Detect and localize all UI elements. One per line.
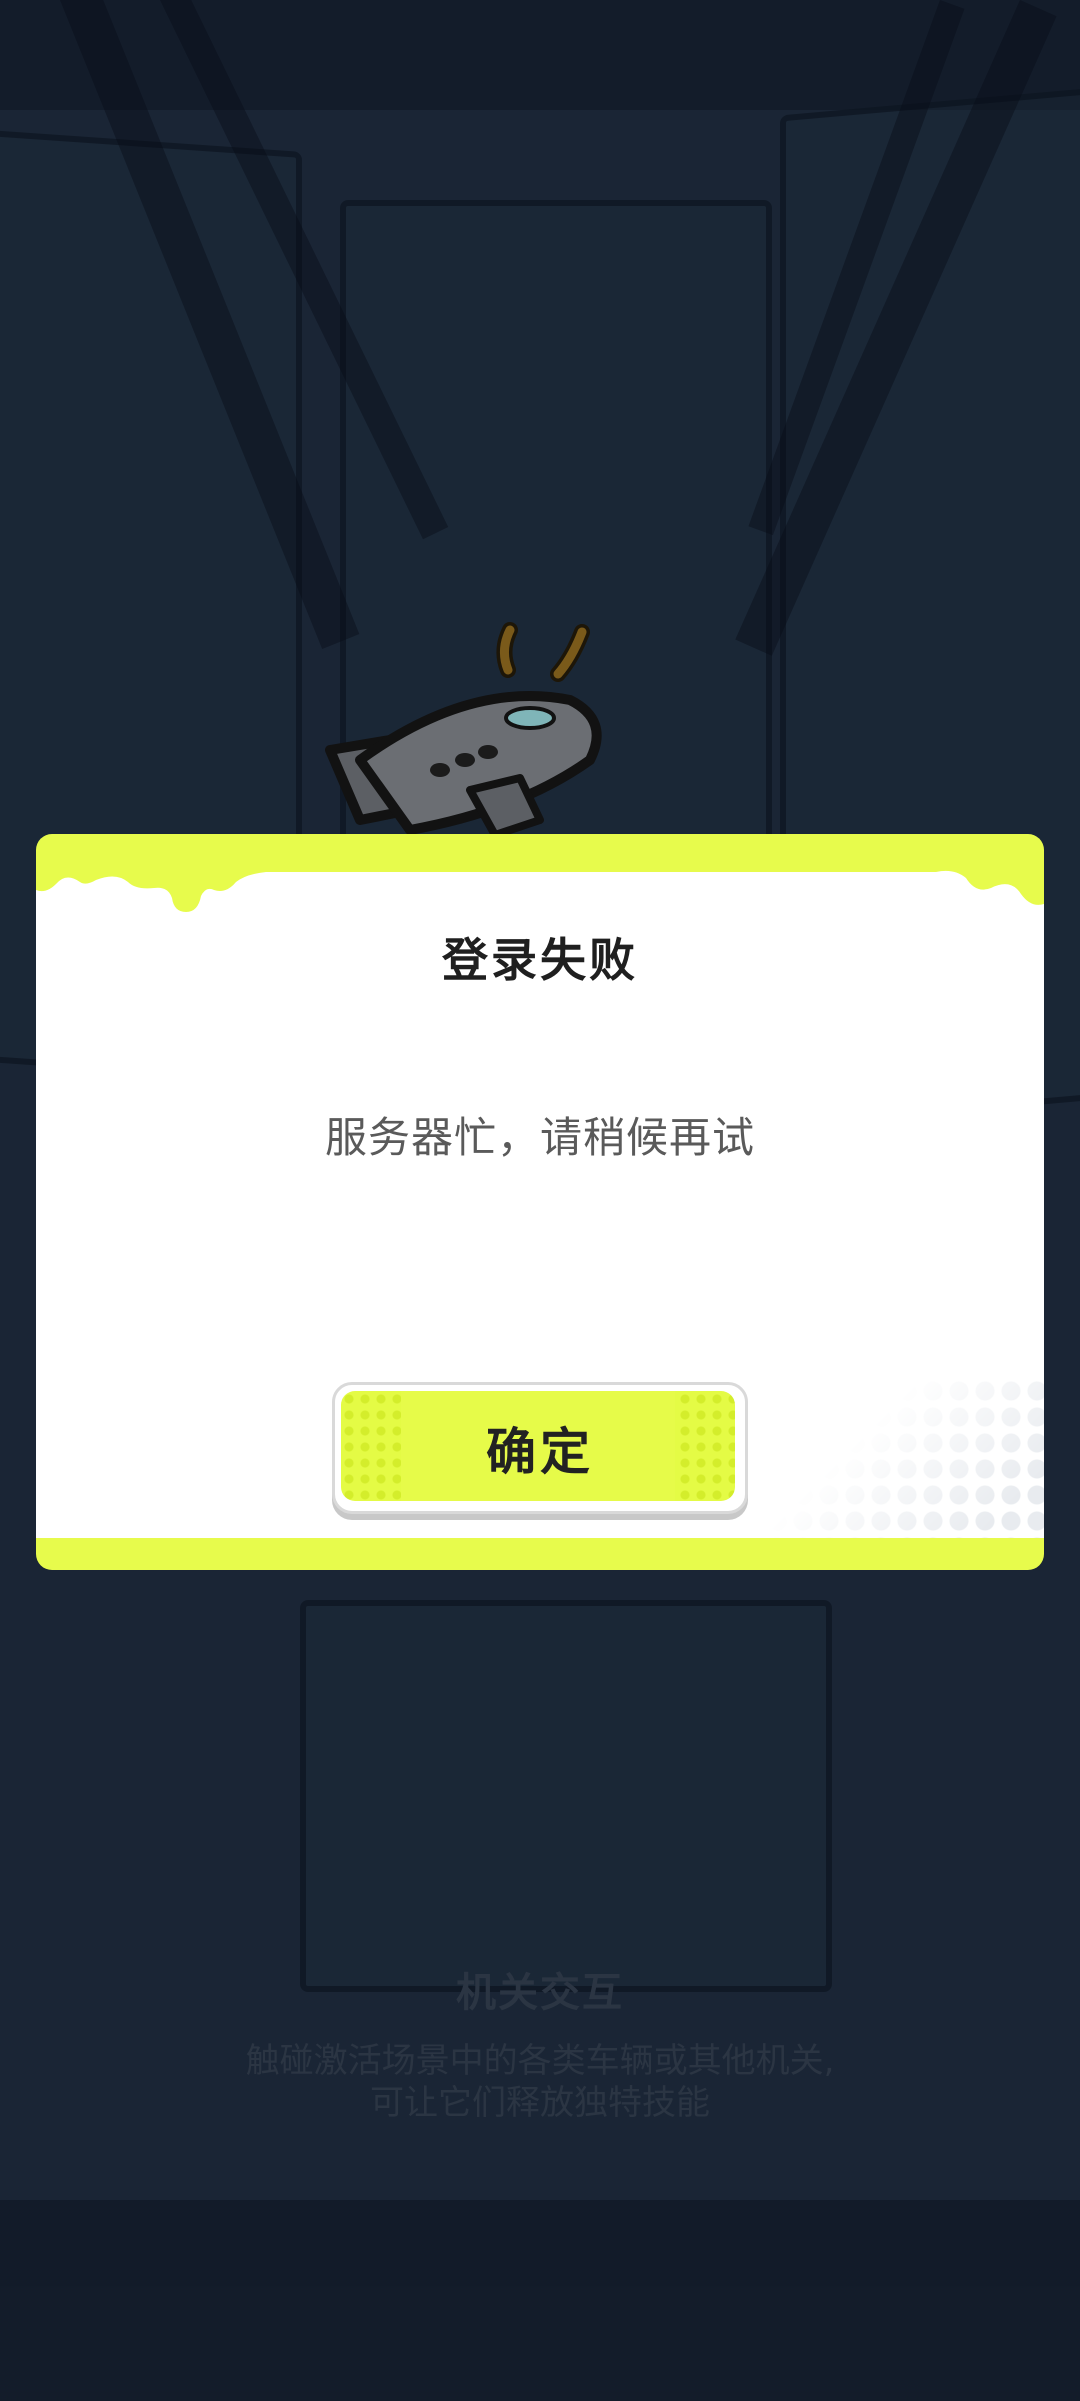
login-failed-dialog: 登录失败 服务器忙，请稍候再试 确定 <box>36 834 1044 1570</box>
tip-line: 触碰激活场景中的各类车辆或其他机关, <box>245 2041 835 2081</box>
confirm-button[interactable]: 确定 <box>332 1382 748 1514</box>
background-panel-lower <box>300 1600 832 1992</box>
background-band-bottom <box>0 2200 1080 2401</box>
tip-description: 触碰激活场景中的各类车辆或其他机关, 可让它们释放独特技能 <box>0 2040 1080 2124</box>
halftone-dots-decoration <box>764 1378 1044 1538</box>
confirm-button-label: 确定 <box>486 1423 594 1481</box>
dialog-title: 登录失败 <box>442 933 638 987</box>
tip-line: 可让它们释放独特技能 <box>370 2083 710 2123</box>
airplane-icon <box>325 622 602 839</box>
login-screen: 机关交互 触碰激活场景中的各类车辆或其他机关, 可让它们释放独特技能 登录失败 … <box>0 0 1080 2401</box>
dialog-message: 服务器忙，请稍候再试 <box>324 1113 755 1162</box>
tip-title: 机关交互 <box>456 1970 624 2016</box>
dialog-body: 登录失败 服务器忙，请稍候再试 确定 <box>36 864 1044 1538</box>
